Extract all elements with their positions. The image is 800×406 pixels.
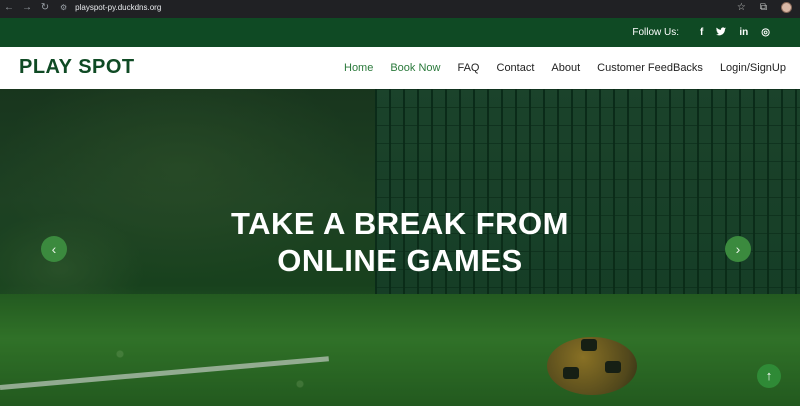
address-text: playspot-py.duckdns.org: [75, 3, 162, 12]
site-info-icon[interactable]: ⚙: [60, 3, 67, 12]
twitter-icon[interactable]: [716, 26, 727, 39]
nav-customer-feedbacks[interactable]: Customer FeedBacks: [597, 62, 703, 74]
back-to-top-button[interactable]: ↑: [757, 364, 781, 388]
address-bar[interactable]: ⚙ playspot-py.duckdns.org: [56, 1, 706, 14]
nav-contact[interactable]: Contact: [497, 62, 535, 74]
arrow-up-icon: ↑: [765, 368, 773, 383]
nav-home[interactable]: Home: [344, 62, 373, 74]
hero-title-line2: ONLINE GAMES: [277, 243, 523, 278]
nav-about[interactable]: About: [551, 62, 580, 74]
instagram-icon[interactable]: ◎: [761, 27, 770, 38]
nav-faq[interactable]: FAQ: [457, 62, 479, 74]
bookmark-star-icon[interactable]: ☆: [737, 2, 746, 13]
site-header: PLAY SPOT Home Book Now FAQ Contact Abou…: [0, 47, 800, 89]
top-bar: Follow Us: f in ◎: [0, 18, 800, 47]
nav-book-now[interactable]: Book Now: [390, 62, 440, 74]
extensions-icon[interactable]: ⧉: [760, 2, 767, 13]
hero-carousel: TAKE A BREAK FROM ONLINE GAMES ‹ › ↑: [0, 89, 800, 406]
facebook-icon[interactable]: f: [700, 27, 703, 38]
linkedin-icon[interactable]: in: [739, 27, 748, 38]
follow-us-label: Follow Us:: [632, 27, 680, 38]
main-nav: Home Book Now FAQ Contact About Customer…: [327, 47, 786, 89]
hero-title-line1: TAKE A BREAK FROM: [231, 206, 569, 241]
chevron-right-icon: ›: [735, 241, 741, 257]
hero-title: TAKE A BREAK FROM ONLINE GAMES: [0, 205, 800, 279]
carousel-next-button[interactable]: ›: [725, 236, 751, 262]
reload-icon[interactable]: ↻: [36, 0, 54, 15]
forward-icon[interactable]: →: [18, 0, 36, 15]
browser-toolbar: ← → ↻ ⚙ playspot-py.duckdns.org ☆ ⧉: [0, 0, 800, 15]
carousel-prev-button[interactable]: ‹: [41, 236, 67, 262]
nav-login-signup[interactable]: Login/SignUp: [720, 62, 786, 74]
profile-avatar[interactable]: [781, 2, 792, 13]
site-logo[interactable]: PLAY SPOT: [19, 56, 135, 79]
chevron-left-icon: ‹: [51, 241, 57, 257]
back-icon[interactable]: ←: [0, 0, 18, 15]
